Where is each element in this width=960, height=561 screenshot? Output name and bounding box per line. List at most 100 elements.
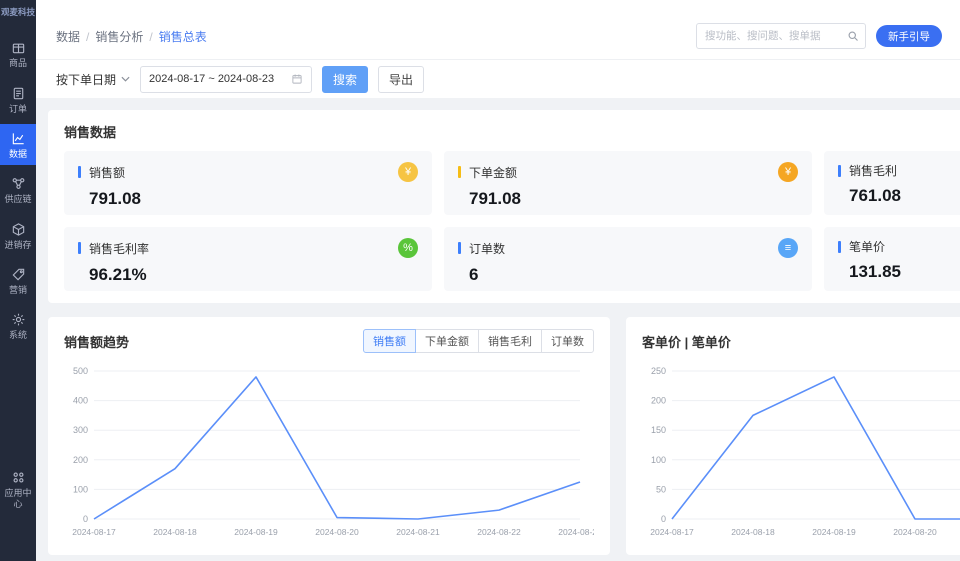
stat-label: 销售毛利	[849, 164, 898, 178]
date-type-label: 按下单日期	[56, 72, 117, 87]
tile-accent-bar	[458, 242, 461, 254]
date-range-input[interactable]: 2024-08-17 ~ 2024-08-23	[140, 65, 313, 93]
gross-margin-icon: %	[398, 238, 418, 258]
breadcrumb-item-sales-analysis[interactable]: 销售分析	[95, 28, 143, 45]
svg-text:2024-08-20: 2024-08-20	[315, 527, 359, 537]
sales-trend-title: 销售额趋势	[64, 334, 130, 350]
stats-title: 销售数据	[64, 125, 117, 140]
global-search	[696, 23, 866, 49]
svg-text:400: 400	[73, 396, 88, 406]
goods-icon	[11, 40, 26, 55]
svg-text:2024-08-20: 2024-08-20	[893, 527, 937, 537]
date-range-value: 2024-08-17 ~ 2024-08-23	[149, 73, 275, 85]
app-grid-icon	[11, 470, 26, 485]
stat-tiles: 销售额 ¥ 791.08 下单金额 ¥ 791.08 销售毛利 761.08 销…	[64, 151, 960, 291]
stat-value: 6	[469, 265, 479, 284]
stat-tile-order-count: 订单数 ≡ 6	[444, 227, 812, 291]
sidebar-item-label: 进销存	[4, 239, 32, 250]
stat-label: 销售毛利率	[89, 241, 150, 256]
sidebar-item-app-center[interactable]: 应用中心	[0, 463, 36, 515]
trend-toggle-button[interactable]: 销售毛利	[478, 329, 542, 353]
svg-text:200: 200	[73, 455, 88, 465]
svg-text:300: 300	[73, 425, 88, 435]
orders-icon	[11, 86, 26, 101]
unit-price-card: 客单价 | 笔单价 0 50 100 150 200 250 2024-08-17 2024-…	[626, 317, 960, 555]
svg-text:2024-08-17: 2024-08-17	[650, 527, 694, 537]
filter-bar: 按下单日期 2024-08-17 ~ 2024-08-23 搜索 导出	[36, 60, 960, 98]
sidebar-item-data[interactable]: 数据	[0, 124, 36, 166]
svg-text:250: 250	[651, 366, 666, 376]
search-button[interactable]: 搜索	[322, 65, 369, 93]
svg-text:0: 0	[83, 514, 88, 524]
order-amount-icon: ¥	[778, 162, 798, 182]
svg-text:150: 150	[651, 425, 666, 435]
svg-text:50: 50	[656, 484, 666, 494]
sidebar-item-label: 供应链	[4, 194, 32, 205]
svg-text:200: 200	[651, 396, 666, 406]
sidebar-item-orders[interactable]: 订单	[0, 79, 36, 120]
svg-text:2024-08-19: 2024-08-19	[812, 527, 856, 537]
stat-value: 791.08	[469, 189, 521, 208]
stat-label: 订单数	[469, 241, 506, 256]
calendar-icon	[292, 74, 302, 84]
guide-button[interactable]: 新手引导	[876, 25, 942, 47]
sidebar-item-inventory[interactable]: 进销存	[0, 215, 36, 256]
stat-tile-order-amount: 下单金额 ¥ 791.08	[444, 151, 812, 215]
sidebar-nav: 商品 订单 数据 供应链 进销存 营销 系统	[0, 33, 36, 350]
sales-data-card: 销售数据 销售额 ¥ 791.08 下单金额 ¥ 791.08 销售毛利 761…	[48, 110, 960, 303]
tile-accent-bar	[838, 240, 841, 253]
breadcrumb-item-current: 销售总表	[158, 30, 207, 44]
page: { "colors": { "accent": "#2e66f2", "char…	[0, 0, 960, 561]
tile-accent-bar	[78, 242, 81, 254]
stat-label: 下单金额	[469, 165, 518, 180]
svg-text:100: 100	[651, 455, 666, 465]
stat-tile-per-order-price: 笔单价 131.85	[824, 227, 960, 291]
stat-value: 131.85	[849, 262, 901, 281]
header: 数据 / 销售分析 / 销售总表 新手引导	[36, 0, 960, 60]
trend-toggle-button[interactable]: 销售额	[363, 329, 416, 353]
stat-tile-gross-margin: 销售毛利率 % 96.21%	[64, 227, 432, 291]
breadcrumb: 数据 / 销售分析 / 销售总表	[56, 28, 207, 45]
svg-text:2024-08-23: 2024-08-23	[558, 527, 594, 537]
logo: 观麦科技	[1, 7, 36, 17]
date-type-select[interactable]: 按下单日期	[56, 71, 130, 88]
stat-tile-sales-amount: 销售额 ¥ 791.08	[64, 151, 432, 215]
svg-text:2024-08-17: 2024-08-17	[72, 527, 116, 537]
search-input[interactable]	[705, 30, 847, 42]
sidebar-item-supply-chain[interactable]: 供应链	[0, 169, 36, 210]
sales-trend-card: 销售额趋势 销售额 下单金额 销售毛利 订单数 0 100 200 300 400 500 202…	[48, 317, 610, 555]
chart-icon	[11, 131, 26, 146]
main-area: 数据 / 销售分析 / 销售总表 新手引导 按下单日期 2024-08-17 ~…	[36, 0, 960, 561]
breadcrumb-item-data[interactable]: 数据	[56, 28, 80, 45]
sidebar-item-label: 系统	[8, 330, 27, 341]
gear-icon	[11, 312, 26, 327]
stat-label: 销售额	[89, 165, 126, 180]
sales-trend-chart: 0 100 200 300 400 500 2024-08-17 2024-08-18 2024…	[72, 366, 594, 537]
chevron-down-icon	[121, 76, 130, 82]
stat-tile-gross-profit: 销售毛利 761.08	[824, 151, 960, 215]
svg-text:2024-08-18: 2024-08-18	[153, 527, 197, 537]
sidebar-item-label: 商品	[8, 58, 27, 69]
order-count-icon: ≡	[778, 238, 798, 258]
svg-text:2024-08-21: 2024-08-21	[396, 527, 440, 537]
svg-text:2024-08-22: 2024-08-22	[477, 527, 521, 537]
header-right: 新手引导	[696, 23, 942, 49]
trend-toggle-button[interactable]: 订单数	[541, 329, 594, 353]
trend-toggle-button[interactable]: 下单金额	[415, 329, 479, 353]
svg-text:2024-08-18: 2024-08-18	[731, 527, 775, 537]
unit-price-chart: 0 50 100 150 200 250 2024-08-17 2024-08-18 2024-…	[650, 366, 960, 537]
cube-icon	[11, 222, 26, 237]
sales-amount-icon: ¥	[398, 162, 418, 182]
sidebar-item-label: 订单	[8, 103, 27, 114]
sidebar-item-label: 数据	[8, 149, 27, 160]
svg-text:2024-08-19: 2024-08-19	[234, 527, 278, 537]
sidebar-item-marketing[interactable]: 营销	[0, 260, 36, 301]
sidebar-item-goods[interactable]: 商品	[0, 33, 36, 74]
svg-text:0: 0	[661, 514, 666, 524]
supply-chain-icon	[11, 176, 26, 191]
tile-accent-bar	[78, 166, 81, 178]
search-icon[interactable]	[847, 30, 859, 42]
sidebar-item-system[interactable]: 系统	[0, 305, 36, 346]
sidebar-item-label: 营销	[8, 285, 27, 296]
export-button[interactable]: 导出	[378, 65, 425, 93]
